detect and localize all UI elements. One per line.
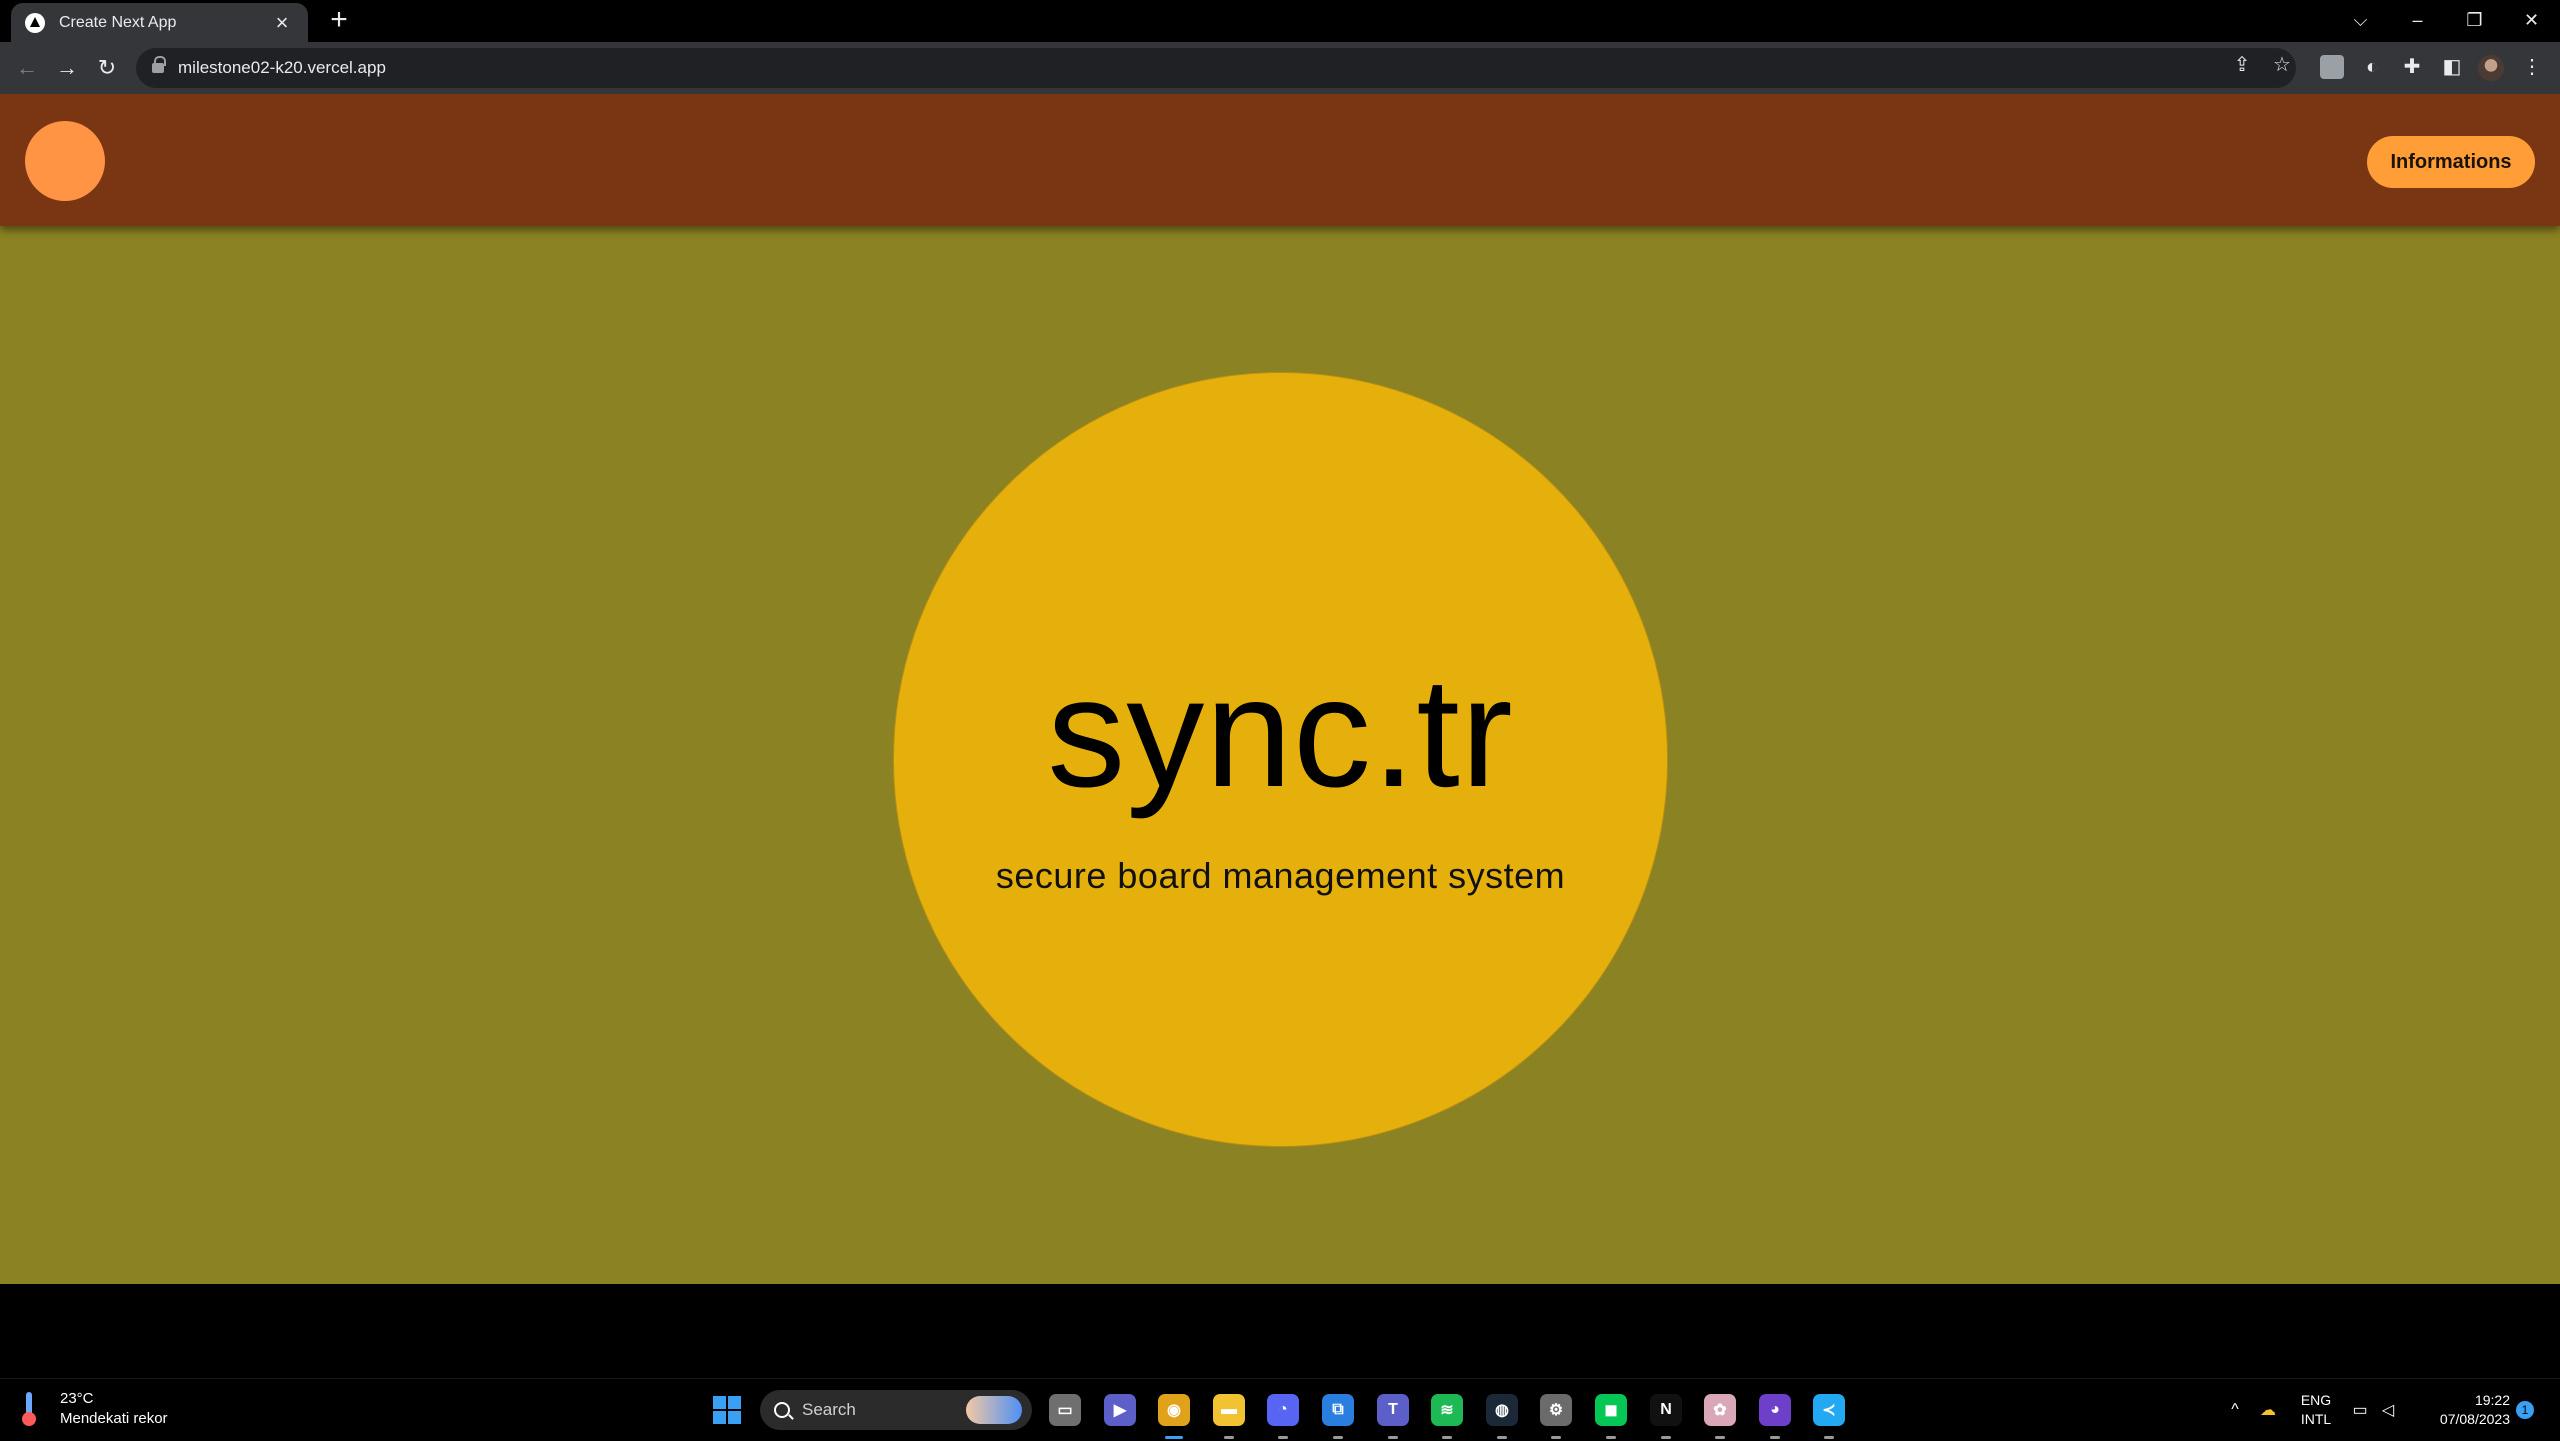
page-bottom-area	[0, 1284, 2560, 1378]
app-running-indicator	[1770, 1436, 1780, 1439]
nextjs-favicon-icon	[25, 12, 45, 33]
app-running-indicator	[1388, 1436, 1398, 1439]
system-tray: ^ ☁ ENG INTL ▭ ◁	[2220, 1379, 2402, 1441]
volume-icon[interactable]: ◁	[2374, 1400, 2402, 1420]
tab-close-icon[interactable]: ×	[270, 10, 294, 35]
forward-arrow-icon[interactable]: →	[52, 53, 82, 83]
page-content: Informations sync.tr secure board manage…	[0, 94, 2560, 1284]
chrome-icon[interactable]: ◉	[1158, 1394, 1190, 1426]
informations-button[interactable]: Informations	[2367, 136, 2535, 188]
notification-badge[interactable]: 1	[2516, 1401, 2534, 1419]
settings-icon[interactable]: ⚙	[1540, 1394, 1572, 1426]
app-running-indicator	[1715, 1436, 1725, 1439]
taskbar-search-box[interactable]: Search	[760, 1390, 1032, 1430]
app-running-indicator	[1606, 1436, 1616, 1439]
clock-date: 07/08/2023	[2439, 1411, 2510, 1427]
github-icon[interactable]: ◕	[1759, 1394, 1791, 1426]
restore-button[interactable]: ❐	[2446, 10, 2503, 31]
remote-desktop-icon[interactable]: ⧉	[1322, 1394, 1354, 1426]
chrome-menu-icon[interactable]: ⋮	[2520, 55, 2544, 79]
tab-create-next-app[interactable]: Create Next App ×	[11, 3, 308, 42]
side-panel-icon[interactable]: ◧	[2440, 55, 2464, 79]
profile-avatar[interactable]	[2478, 55, 2504, 81]
onedrive-icon[interactable]: ☁	[2250, 1400, 2286, 1420]
clock-time: 19:22	[2474, 1392, 2510, 1408]
thermometer-icon	[22, 1392, 36, 1426]
spotify-icon[interactable]: ≋	[1431, 1394, 1463, 1426]
reload-icon[interactable]: ↻	[92, 53, 122, 83]
netflix-icon[interactable]: N	[1650, 1394, 1682, 1426]
window-controls: ⌵ – ❐ ✕	[2332, 0, 2560, 40]
vscode-icon[interactable]: ≺	[1813, 1394, 1845, 1426]
logo-circle[interactable]	[25, 121, 105, 201]
tab-search-icon[interactable]: ⌵	[2332, 10, 2389, 31]
app-running-indicator	[1824, 1436, 1834, 1439]
hero-circle: sync.tr secure board management system	[893, 372, 1668, 1147]
search-icon	[774, 1402, 790, 1418]
app-running-indicator	[1278, 1436, 1288, 1439]
search-label: Search	[802, 1400, 856, 1419]
files-app-icon[interactable]: ▭	[1049, 1394, 1081, 1426]
line-icon[interactable]: ◼	[1595, 1394, 1627, 1426]
discord-icon[interactable]: ◔	[1267, 1394, 1299, 1426]
weather-widget[interactable]: 23°C Mendekati rekor	[22, 1389, 168, 1429]
close-window-button[interactable]: ✕	[2503, 10, 2560, 31]
file-explorer-icon[interactable]: ▬	[1213, 1394, 1245, 1426]
weather-temperature: 23°C	[60, 1390, 94, 1407]
extensions-puzzle-icon[interactable]: ✚	[2400, 55, 2424, 79]
search-highlight-art	[966, 1396, 1022, 1424]
steam-icon[interactable]: ◍	[1486, 1394, 1518, 1426]
network-icon[interactable]: ▭	[2346, 1400, 2374, 1420]
teams-meet-icon[interactable]: ▶	[1104, 1394, 1136, 1426]
site-header: Informations	[0, 94, 2560, 226]
app-running-indicator	[1333, 1436, 1343, 1439]
clock[interactable]: 19:22 07/08/2023	[2422, 1391, 2510, 1429]
chevron-up-icon[interactable]: ^	[2220, 1401, 2250, 1419]
url-text[interactable]: milestone02-k20.vercel.app	[178, 58, 386, 78]
app-running-indicator	[1497, 1436, 1507, 1439]
bookmark-star-icon[interactable]: ☆	[2267, 52, 2297, 77]
language-indicator[interactable]: ENG INTL	[2286, 1391, 2346, 1429]
weather-description: Mendekati rekor	[60, 1410, 168, 1427]
teams-icon[interactable]: T	[1377, 1394, 1409, 1426]
extension-n-icon[interactable]	[2320, 55, 2344, 79]
lock-icon[interactable]	[152, 56, 166, 73]
back-arrow-icon[interactable]: ←	[12, 53, 42, 83]
browser-tabstrip: Create Next App × + ⌵ – ❐ ✕	[0, 0, 2560, 42]
browser-toolbar: ← → ↻ milestone02-k20.vercel.app ⇪ ☆ ◐ ✚…	[0, 42, 2560, 94]
new-tab-button[interactable]: +	[324, 5, 354, 36]
windows-start-icon[interactable]	[713, 1396, 741, 1424]
app-running-indicator	[1661, 1436, 1671, 1439]
extension-circle-icon[interactable]: ◐	[2360, 55, 2384, 79]
anime-app-icon[interactable]: ✿	[1704, 1394, 1736, 1426]
app-running-indicator	[1551, 1436, 1561, 1439]
hero-title: sync.tr	[1047, 646, 1514, 820]
keyboard-layout: INTL	[2300, 1411, 2332, 1427]
address-bar[interactable]: milestone02-k20.vercel.app	[136, 48, 2296, 88]
app-running-indicator	[1224, 1436, 1234, 1439]
language-code: ENG	[2300, 1392, 2332, 1408]
tab-title: Create Next App	[59, 13, 177, 31]
share-icon[interactable]: ⇪	[2227, 52, 2257, 77]
app-running-indicator	[1442, 1436, 1452, 1439]
app-running-indicator	[1165, 1436, 1183, 1439]
minimize-button[interactable]: –	[2389, 10, 2446, 31]
taskbar: 23°C Mendekati rekor Search ▭ ▶ ◉ ▬ ◔ ⧉ T ≋ ◍ ⚙ ◼ N…	[0, 1378, 2560, 1440]
hero-subtitle: secure board management system	[995, 855, 1566, 896]
